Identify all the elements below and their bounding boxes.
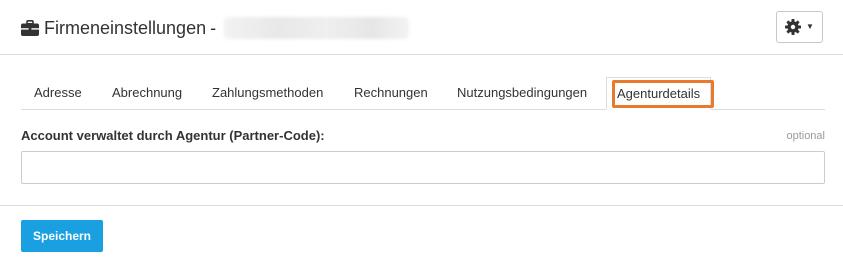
- page-title-text: Firmeneinstellungen: [44, 17, 207, 38]
- save-button[interactable]: Speichern: [21, 220, 103, 252]
- partner-code-label: Account verwaltet durch Agentur (Partner…: [21, 128, 325, 143]
- partner-code-input[interactable]: [21, 151, 825, 184]
- company-settings-panel: Firmeneinstellungen - ▼ Adresse Abrechnu…: [0, 0, 843, 264]
- company-name-redacted: [224, 17, 410, 39]
- tab-abrechnung[interactable]: Abrechnung: [112, 75, 182, 110]
- tab-zahlungsmethoden[interactable]: Zahlungsmethoden: [212, 75, 323, 110]
- briefcase-icon: [21, 20, 39, 36]
- gear-icon: [785, 19, 802, 35]
- tab-agenturdetails[interactable]: Agenturdetails: [606, 77, 712, 110]
- settings-tabs: Adresse Abrechnung Zahlungsmethoden Rech…: [21, 75, 825, 110]
- tab-rechnungen[interactable]: Rechnungen: [354, 75, 428, 110]
- tab-nutzungsbedingungen[interactable]: Nutzungsbedingungen: [457, 75, 587, 110]
- panel-header: Firmeneinstellungen - ▼: [0, 0, 843, 55]
- title-separator: -: [210, 17, 217, 38]
- page-title: Firmeneinstellungen -: [21, 15, 410, 41]
- settings-dropdown-button[interactable]: ▼: [776, 11, 823, 43]
- footer-divider: [0, 205, 843, 206]
- caret-down-icon: ▼: [806, 22, 814, 31]
- optional-hint: optional: [786, 130, 825, 142]
- tab-adresse[interactable]: Adresse: [34, 75, 82, 110]
